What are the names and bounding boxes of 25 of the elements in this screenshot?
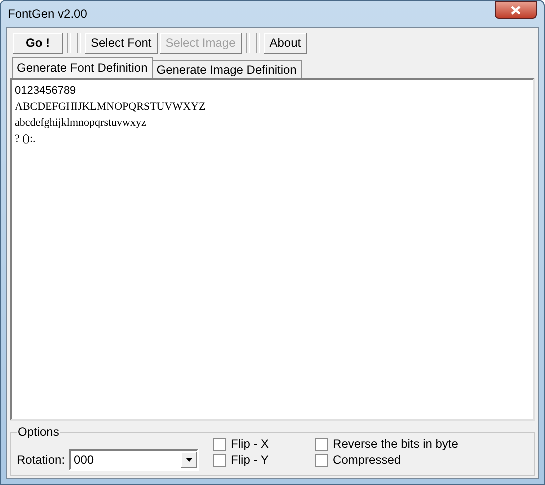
tab[interactable]: Generate Font Definition xyxy=(12,57,153,78)
preview-line: ABCDEFGHIJKLMNOPQRSTUVWXYZ xyxy=(15,100,207,115)
preview-line: 0123456789 xyxy=(15,84,78,99)
text-area[interactable]: 0123456789 ABCDEFGHIJKLMNOPQRSTUVWXYZ abcdefghijklmnopqrstuvwxyz ? ():. xyxy=(10,78,535,421)
rotation-dropdown[interactable]: 000 xyxy=(69,449,200,471)
checkbox[interactable] xyxy=(213,454,226,466)
window-title: FontGen v2.00 xyxy=(7,7,88,21)
checkbox-option[interactable]: Flip - X xyxy=(213,437,270,451)
checkbox-option[interactable]: Compressed xyxy=(315,453,458,467)
caret-icon xyxy=(186,458,193,462)
close-icon xyxy=(511,6,521,14)
toolbar-button[interactable]: Go ! xyxy=(13,32,63,54)
group-title: Options xyxy=(17,425,60,439)
toolbar-button[interactable]: Select Font xyxy=(85,32,158,54)
checkbox-option[interactable]: Reverse the bits in byte xyxy=(315,437,458,451)
close-button[interactable] xyxy=(495,1,537,19)
checkbox-option[interactable]: Flip - Y xyxy=(213,453,270,467)
checkbox[interactable] xyxy=(315,438,328,450)
checkbox[interactable] xyxy=(213,438,226,450)
checkbox[interactable] xyxy=(315,454,328,466)
preview-line: abcdefghijklmnopqrstuvwxyz xyxy=(15,116,148,131)
preview-line: ? ():. xyxy=(15,132,37,147)
rotation-label: Rotation: xyxy=(17,453,66,467)
tab[interactable]: Generate Image Definition xyxy=(152,60,302,78)
toolbar-button[interactable]: About xyxy=(264,32,308,54)
